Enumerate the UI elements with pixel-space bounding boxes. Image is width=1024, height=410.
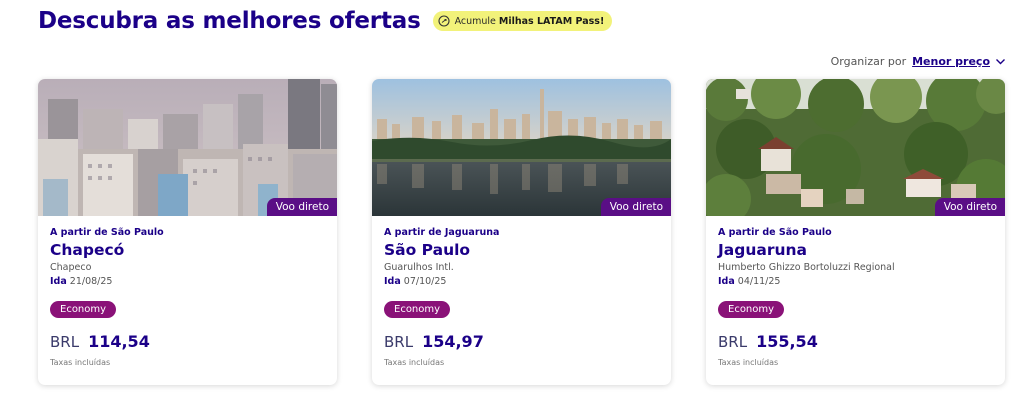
offer-card[interactable]: Voo direto A partir de São Paulo Chapecó…: [38, 79, 337, 385]
destination-title: Jaguaruna: [718, 241, 807, 259]
departure-date: Ida 04/11/25: [718, 276, 993, 287]
airport-name: Guarulhos Intl.: [384, 262, 454, 273]
destination-photo: Voo direto: [706, 79, 1005, 216]
currency: BRL: [718, 333, 748, 351]
direct-flight-badge: Voo direto: [600, 198, 671, 216]
date-label: Ida: [718, 276, 735, 287]
departure-date: Ida 21/08/25: [50, 276, 325, 287]
date-value: 21/08/25: [69, 276, 113, 287]
card-body: A partir de São Paulo Jaguaruna Humberto…: [706, 216, 1005, 367]
destination-photo: Voo direto: [372, 79, 671, 216]
date-label: Ida: [384, 276, 401, 287]
taxes-note: Taxas incluídas: [384, 358, 445, 367]
taxes-note: Taxas incluídas: [718, 358, 779, 367]
currency: BRL: [50, 333, 80, 351]
direct-flight-badge: Voo direto: [934, 198, 1005, 216]
price-amount: 155,54: [756, 332, 818, 351]
airport-name: Humberto Ghizzo Bortoluzzi Regional: [718, 262, 895, 273]
offer-card[interactable]: Voo direto A partir de São Paulo Jaguaru…: [706, 79, 1005, 385]
destination-title: São Paulo: [384, 241, 471, 259]
promo-bold: Milhas LATAM Pass!: [498, 15, 605, 27]
cabin-badge: Economy: [50, 301, 117, 318]
direct-flight-badge: Voo direto: [266, 198, 337, 216]
cabin-badge: Economy: [384, 301, 451, 318]
price: BRL 155,54: [718, 332, 993, 351]
price-amount: 114,54: [88, 332, 150, 351]
origin-label: A partir de São Paulo: [50, 227, 164, 238]
sort-dropdown[interactable]: Menor preço: [912, 55, 990, 68]
date-label: Ida: [50, 276, 67, 287]
chevron-down-icon[interactable]: [995, 56, 1006, 67]
promo-prefix: Acumule: [454, 15, 496, 27]
sort-control: Organizar por Menor preço: [831, 55, 1006, 68]
cabin-badge: Economy: [718, 301, 785, 318]
date-value: 07/10/25: [403, 276, 447, 287]
destination-title: Chapecó: [50, 241, 125, 259]
date-value: 04/11/25: [737, 276, 781, 287]
page-heading: Descubra as melhores ofertas Acumule Mil…: [38, 8, 613, 34]
sort-label: Organizar por: [830, 55, 907, 68]
price: BRL 154,97: [384, 332, 659, 351]
offer-card[interactable]: Voo direto A partir de Jaguaruna São Pau…: [372, 79, 671, 385]
currency: BRL: [384, 333, 414, 351]
card-body: A partir de Jaguaruna São Paulo Guarulho…: [372, 216, 671, 367]
card-body: A partir de São Paulo Chapecó Chapeco Id…: [38, 216, 337, 367]
origin-label: A partir de Jaguaruna: [384, 227, 500, 238]
promo-badge[interactable]: Acumule Milhas LATAM Pass!: [432, 11, 613, 31]
coin-icon: [438, 15, 450, 27]
departure-date: Ida 07/10/25: [384, 276, 659, 287]
destination-photo: Voo direto: [38, 79, 337, 216]
taxes-note: Taxas incluídas: [50, 358, 111, 367]
offer-cards: Voo direto A partir de São Paulo Chapecó…: [38, 79, 1005, 385]
price-amount: 154,97: [422, 332, 484, 351]
origin-label: A partir de São Paulo: [718, 227, 832, 238]
page-title: Descubra as melhores ofertas: [38, 8, 421, 34]
price: BRL 114,54: [50, 332, 325, 351]
airport-name: Chapeco: [50, 262, 92, 273]
